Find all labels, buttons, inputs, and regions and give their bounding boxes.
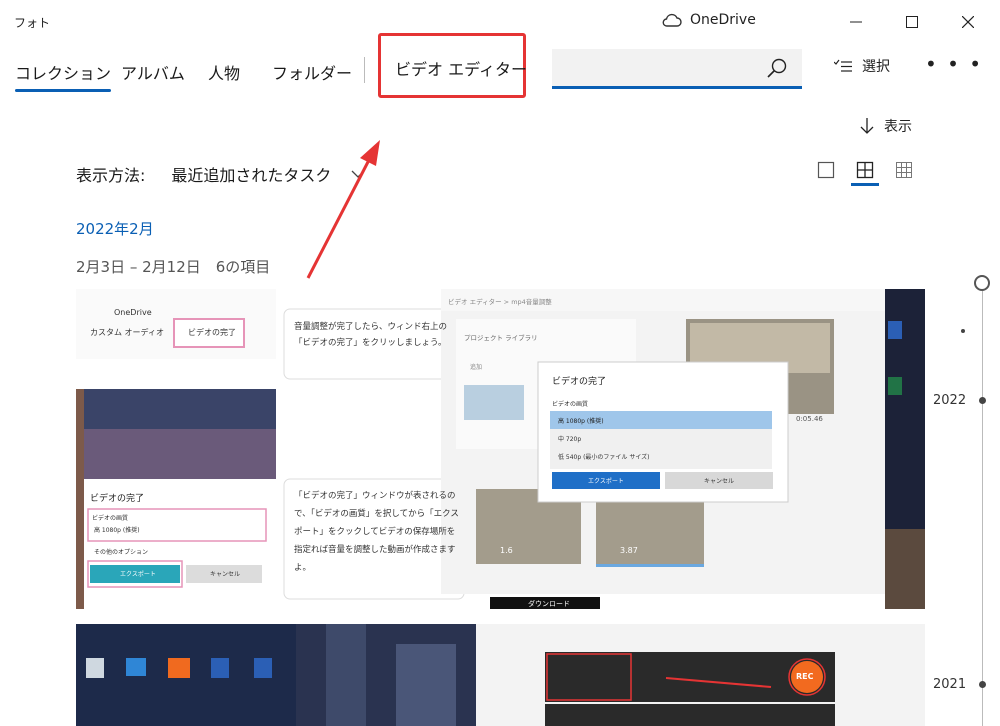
video-editor-label: ビデオ エディター: [395, 60, 527, 79]
arrow-down-icon: [860, 118, 874, 134]
p1-option-3: 低 540p (最小のファイル サイズ): [558, 454, 650, 461]
maximize-button[interactable]: [896, 8, 928, 36]
p1-clip-2-duration: 3.87: [620, 546, 638, 555]
p1-option-1: 高 1080p (推奨): [558, 418, 604, 425]
p1-tip2: 「ビデオの完了」ウィンドウが表されるので、「ビデオの画質」を択してから「エクスポ…: [294, 491, 459, 573]
p1-finish-video: ビデオの完了: [188, 328, 236, 337]
p1-onedrive: OneDrive: [114, 308, 152, 317]
tab-album[interactable]: アルバム: [121, 60, 185, 84]
p1-quality-value: 高 1080p (推奨): [94, 527, 140, 534]
p1-quality-label: ビデオの画質: [92, 515, 129, 522]
group-title: 2022年2月: [76, 220, 154, 238]
select-list-icon: [834, 59, 852, 72]
show-label: 表示: [884, 119, 912, 135]
search-input[interactable]: [552, 49, 752, 86]
tab-video-editor[interactable]: ビデオ エディター: [378, 33, 527, 98]
close-icon: [962, 16, 974, 28]
tab-folders[interactable]: フォルダー: [272, 60, 352, 84]
p1-download: ダウンロード: [528, 600, 570, 608]
timeline-dot-2022: [979, 397, 986, 404]
p1-time: 0:05.46: [796, 415, 823, 423]
timeline-track[interactable]: [982, 290, 983, 726]
medium-grid-button[interactable]: [851, 160, 879, 186]
search-icon[interactable]: [766, 57, 788, 79]
cloud-icon: [662, 13, 682, 27]
onedrive-status[interactable]: OneDrive: [662, 12, 756, 28]
sort-label: 表示方法:: [76, 166, 146, 185]
timeline-handle[interactable]: [974, 275, 990, 291]
p1-cancel: キャンセル: [210, 571, 241, 578]
p1-tip1: 音量調整が完了したら、ウィンド右上の「ビデオの完了」をクリッしましょう。: [294, 322, 448, 348]
p1-big-export: エクスポート: [588, 478, 624, 485]
select-label: 選択: [862, 59, 890, 75]
p1-big-quality-label: ビデオの画質: [552, 401, 589, 408]
select-button[interactable]: 選択: [834, 56, 890, 76]
timeline-year-2021[interactable]: 2021: [933, 677, 966, 692]
more-options-button[interactable]: • • •: [925, 52, 983, 76]
timeline-year-2022[interactable]: 2022: [933, 393, 966, 408]
photo-thumbnail-1[interactable]: OneDrive カスタム オーディオ ビデオの完了 音量調整が完了したら、ウィ…: [76, 289, 925, 609]
red-arrow-annotation: [306, 140, 380, 279]
p1-option-2: 中 720p: [558, 436, 582, 443]
tab-collection[interactable]: コレクション: [15, 60, 112, 92]
p1-editor-breadcrumb: ビデオ エディター > mp4音量調整: [448, 298, 552, 306]
single-view-icon[interactable]: [816, 160, 836, 180]
onedrive-label: OneDrive: [690, 12, 756, 28]
app-title: フォト: [14, 16, 51, 30]
p1-more-options: その他のオプション: [94, 549, 149, 556]
p1-add: 追加: [470, 364, 483, 371]
nav-divider: [364, 57, 365, 83]
tab-people[interactable]: 人物: [208, 60, 240, 84]
medium-grid-icon: [856, 161, 874, 179]
photo-thumbnail-2[interactable]: REC: [76, 624, 925, 726]
p1-clip-1-duration: 1.6: [500, 546, 513, 555]
minimize-icon: [850, 21, 862, 23]
group-subtitle: 2月3日 – 2月12日 6の項目: [76, 258, 271, 276]
maximize-icon: [906, 16, 918, 28]
p1-dialog-title: ビデオの完了: [90, 494, 145, 504]
p1-big-cancel: キャンセル: [704, 478, 735, 485]
close-button[interactable]: [952, 8, 984, 36]
p1-export: エクスポート: [120, 571, 156, 578]
show-button[interactable]: 表示: [860, 116, 912, 136]
p2-rec-label: REC: [796, 672, 814, 681]
small-grid-icon[interactable]: [894, 160, 914, 180]
timeline-tick: [961, 329, 965, 333]
p1-custom-audio: カスタム オーディオ: [90, 328, 164, 337]
timeline-dot-2021: [979, 681, 986, 688]
minimize-button[interactable]: [840, 8, 872, 36]
search-box[interactable]: [552, 49, 802, 89]
p1-project-library: プロジェクト ライブラリ: [464, 334, 538, 342]
p1-big-dialog-title: ビデオの完了: [552, 377, 607, 387]
